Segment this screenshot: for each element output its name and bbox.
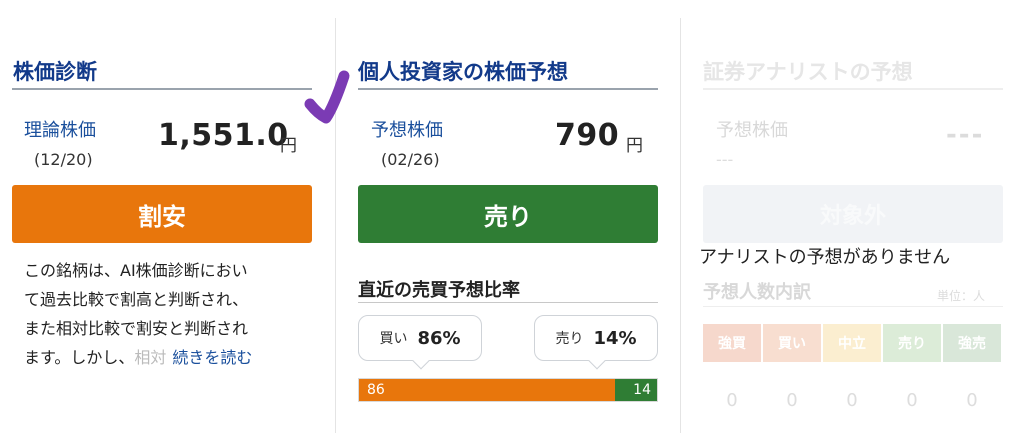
verdict-not-applicable-button: 対象外 <box>703 185 1003 243</box>
analyst-price-label: 予想株価 <box>716 120 788 141</box>
count-cell: 0 <box>846 389 858 411</box>
diagnosis-panel: 株価診断 理論株価 (12/20) 1,551.0 円 割安 この銘柄は、AI株… <box>0 0 330 433</box>
diagnosis-description: この銘柄は、AI株価診断におい て過去比較で割高と判断され、 また相対比較で割安… <box>24 256 324 372</box>
no-analyst-message: アナリストの予想がありません <box>699 247 951 268</box>
description-text: ます。しかし、 <box>24 348 135 367</box>
ratio-rule <box>358 302 658 303</box>
analyst-rule <box>703 88 1003 90</box>
count-cell: 0 <box>966 389 978 411</box>
breakdown-title: 予想人数内訳 <box>703 282 811 303</box>
read-more-link[interactable]: 続きを読む <box>172 348 252 367</box>
sell-value: 14% <box>593 327 637 349</box>
description-last-line: ます。しかし、相対 続きを読む <box>24 343 324 372</box>
level-sell: 売り <box>883 324 941 362</box>
level-strong-sell: 強売 <box>943 324 1001 362</box>
analyst-forecast-panel: 証券アナリストの予想 予想株価 --- --- 対象外 予想人数内訳 単位：人 … <box>681 0 1019 433</box>
individual-date: (02/26) <box>381 150 440 169</box>
level-header-row: 強買 買い 中立 売り 強売 <box>703 324 1001 362</box>
count-cell: 0 <box>726 389 738 411</box>
pill-pointer <box>412 352 430 370</box>
verdict-cheap-button[interactable]: 割安 <box>12 185 312 243</box>
diagnosis-date: (12/20) <box>34 150 93 169</box>
checkmark-icon <box>304 70 350 124</box>
buy-ratio-pill: 買い 86% <box>358 315 482 370</box>
sell-label: 売り <box>555 331 584 347</box>
forecast-price-value: 790 <box>555 118 620 153</box>
ratio-bar: 86 14 <box>358 378 658 402</box>
individual-forecast-panel: 個人投資家の株価予想 予想株価 (02/26) 790 円 売り 直近の売買予想… <box>336 0 676 433</box>
count-cell: 0 <box>786 389 798 411</box>
stock-forecast-panels: 株価診断 理論株価 (12/20) 1,551.0 円 割安 この銘柄は、AI株… <box>0 0 1019 433</box>
level-buy: 買い <box>763 324 821 362</box>
analyst-date: --- <box>716 150 734 169</box>
individual-rule <box>358 88 658 90</box>
ratio-title: 直近の売買予想比率 <box>358 280 520 301</box>
level-neutral: 中立 <box>823 324 881 362</box>
theoretical-price-label: 理論株価 <box>24 120 96 141</box>
description-faded-text: 相対 <box>134 348 167 367</box>
diagnosis-title: 株価診断 <box>13 60 97 84</box>
sell-ratio-pill: 売り 14% <box>534 315 658 370</box>
breakdown-rule <box>703 306 1003 307</box>
level-strong-buy: 強買 <box>703 324 761 362</box>
buy-label: 買い <box>379 331 408 347</box>
diagnosis-rule <box>12 88 312 90</box>
buy-value: 86% <box>417 327 461 349</box>
verdict-sell-button[interactable]: 売り <box>358 185 658 243</box>
description-line: て過去比較で割高と判断され、 <box>24 290 249 309</box>
price-unit: 円 <box>280 136 297 156</box>
pill-pointer <box>588 352 606 370</box>
forecast-price-label: 予想株価 <box>371 120 443 141</box>
unit-note: 単位：人 <box>937 289 986 303</box>
description-line: この銘柄は、AI株価診断におい <box>24 261 248 280</box>
price-unit: 円 <box>626 136 643 156</box>
theoretical-price-value: 1,551.0 <box>158 118 289 153</box>
analyst-title: 証券アナリストの予想 <box>703 60 913 84</box>
count-cell: 0 <box>906 389 918 411</box>
level-count-row: 0 0 0 0 0 <box>703 380 1001 420</box>
ratio-bar-sell: 14 <box>615 379 657 401</box>
individual-title: 個人投資家の株価予想 <box>358 60 568 84</box>
description-line: また相対比較で割安と判断され <box>24 319 249 338</box>
analyst-price-value: --- <box>946 120 985 150</box>
ratio-bar-buy: 86 <box>359 379 616 401</box>
